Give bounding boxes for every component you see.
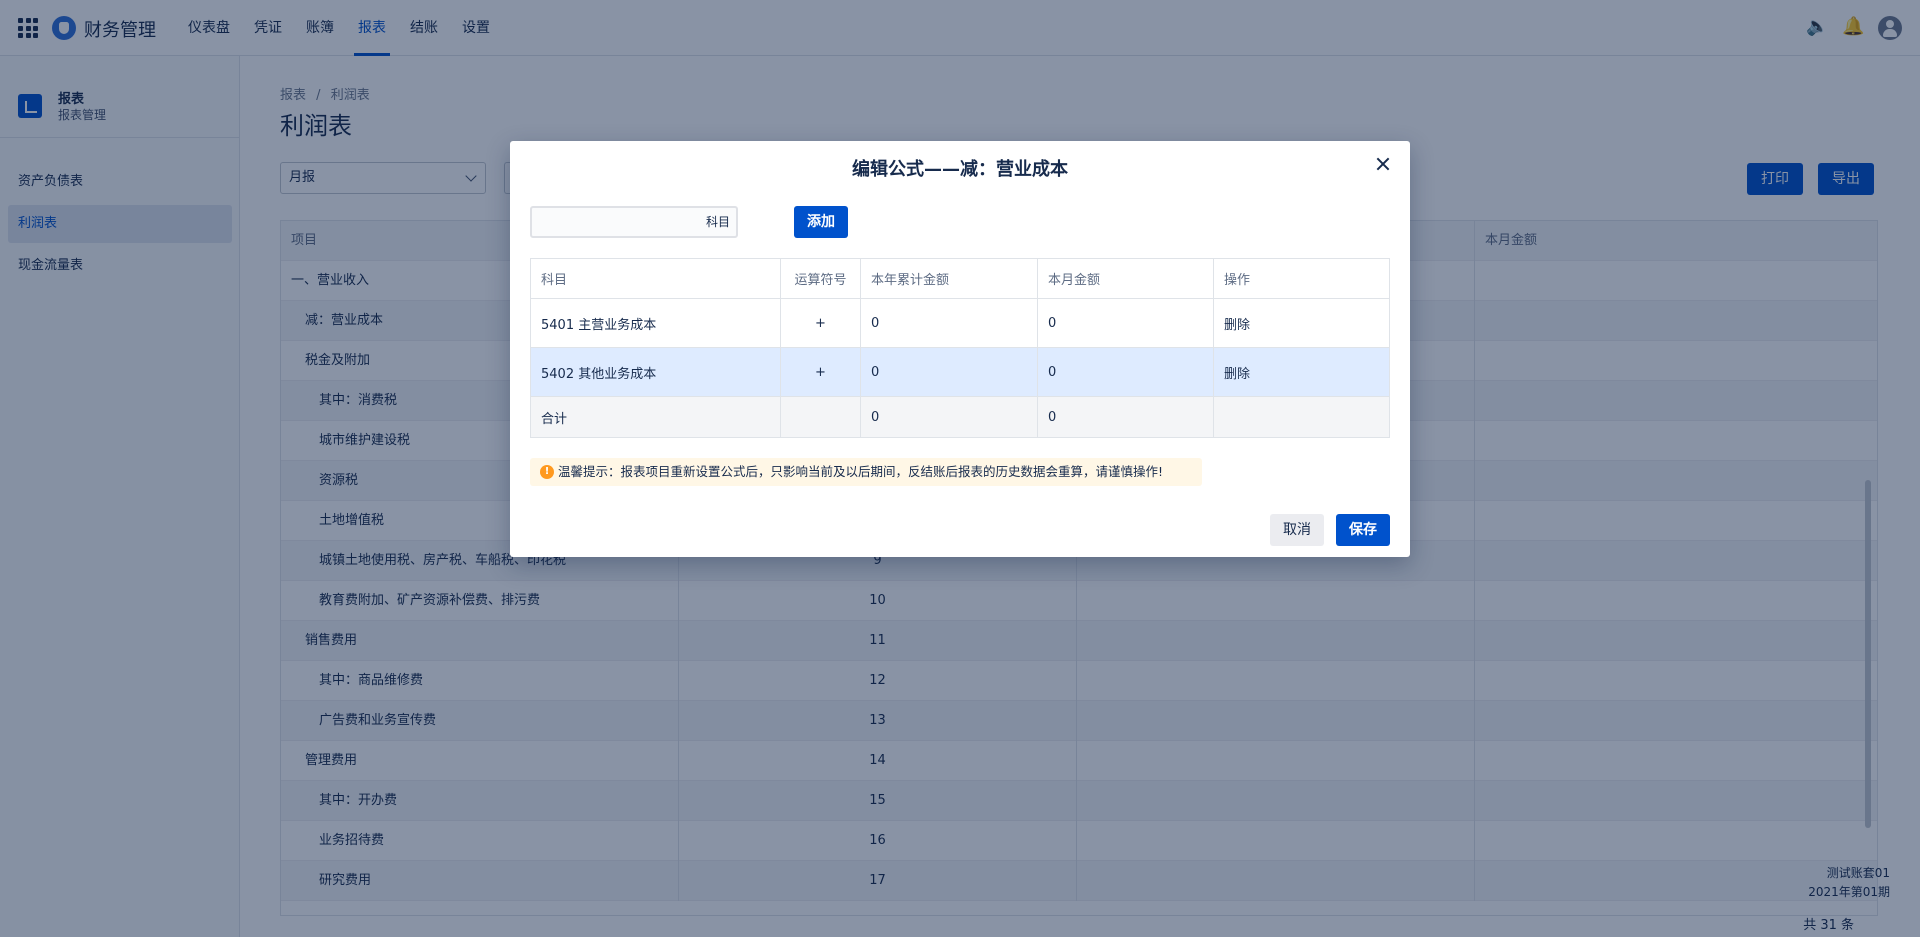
- month-amount-cell: 0: [1038, 348, 1214, 396]
- dialog-title: 编辑公式——减：营业成本: [852, 159, 1068, 180]
- column-header-subject: 科目: [531, 259, 781, 298]
- save-button[interactable]: 保存: [1336, 514, 1390, 546]
- warning-icon: !: [540, 465, 554, 479]
- formula-total-row: 合计 0 0: [531, 397, 1389, 437]
- formula-row-selected[interactable]: 5402 其他业务成本 + 0 0 删除: [531, 348, 1389, 397]
- operator-cell[interactable]: +: [781, 299, 861, 347]
- subject-input[interactable]: 科目: [530, 206, 738, 238]
- warning-tip: ! 温馨提示：报表项目重新设置公式后，只影响当前及以后期间，反结账后报表的历史数…: [530, 458, 1202, 486]
- subject-cell: 5402 其他业务成本: [531, 348, 781, 396]
- cancel-button[interactable]: 取消: [1270, 514, 1324, 546]
- total-label: 合计: [531, 397, 781, 437]
- column-header-action: 操作: [1224, 273, 1251, 288]
- delete-link[interactable]: 删除: [1214, 299, 1389, 347]
- subject-cell: 5401 主营业务成本: [531, 299, 781, 347]
- formula-row[interactable]: 5401 主营业务成本 + 0 0 删除: [531, 299, 1389, 348]
- formula-header-row: 科目 运算符号 本年累计金额 本月金额 操作: [531, 259, 1389, 299]
- edit-formula-dialog: 编辑公式——减：营业成本 科目 添加 科目 运算符号 本年累计金额 本月金额 操…: [510, 141, 1410, 557]
- month-amount-cell: 0: [1038, 299, 1214, 347]
- year-total-cell: 0: [861, 299, 1038, 347]
- column-header-year-total: 本年累计金额: [861, 259, 1038, 298]
- operator-cell[interactable]: +: [781, 348, 861, 396]
- total-month-amount: 0: [1038, 397, 1214, 437]
- delete-link[interactable]: 删除: [1214, 348, 1389, 396]
- formula-table: 科目 运算符号 本年累计金额 本月金额 操作 5401 主营业务成本 + 0 0…: [530, 258, 1390, 438]
- column-header-operator: 运算符号: [781, 259, 861, 298]
- year-total-cell: 0: [861, 348, 1038, 396]
- total-action: [1214, 397, 1389, 437]
- warning-tip-text: 温馨提示：报表项目重新设置公式后，只影响当前及以后期间，反结账后报表的历史数据会…: [558, 464, 1164, 479]
- total-year-total: 0: [861, 397, 1038, 437]
- total-operator: [781, 397, 861, 437]
- column-header-month-amount: 本月金额: [1038, 259, 1214, 298]
- close-icon[interactable]: [1374, 155, 1392, 173]
- add-subject-button[interactable]: 添加: [794, 206, 848, 238]
